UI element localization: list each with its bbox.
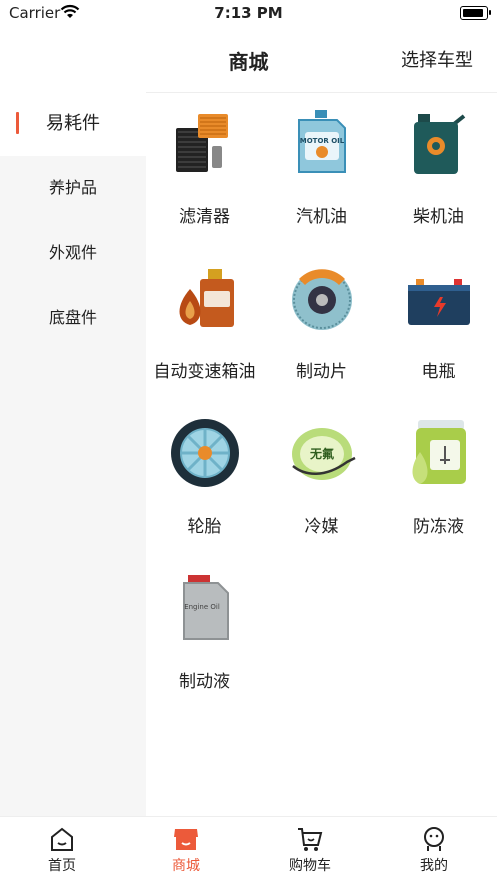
tab-home[interactable]: 首页 — [0, 817, 124, 884]
tab-profile[interactable]: 我的 — [372, 817, 496, 884]
active-marker — [16, 112, 19, 134]
motor-oil-text: MOTOR OIL — [300, 137, 345, 145]
product-label: 制动液 — [179, 672, 230, 692]
brake-pad-icon — [292, 269, 352, 330]
product-motor-oil[interactable]: MOTOR OIL 汽机油 — [263, 92, 380, 242]
store-icon — [174, 829, 198, 850]
antifreeze-icon — [412, 420, 466, 484]
product-battery[interactable]: 电瓶 — [380, 247, 497, 397]
status-bar: Carrier 7:13 PM — [0, 0, 497, 26]
sidebar-item-label: 易耗件 — [46, 113, 100, 134]
sidebar-item-exterior[interactable]: 外观件 — [0, 221, 146, 285]
sidebar-item-consumables[interactable]: 易耗件 — [0, 92, 146, 156]
product-brake-fluid[interactable]: Engine Oil 制动液 — [146, 557, 263, 707]
car-battery-icon — [408, 279, 470, 325]
profile-icon — [424, 827, 444, 851]
sidebar-item-maintenance[interactable]: 养护品 — [0, 156, 146, 220]
sidebar-item-label: 底盘件 — [48, 308, 97, 327]
product-diesel-oil[interactable]: 柴机油 — [380, 92, 497, 242]
nav-bar: 商城 选择车型 — [0, 26, 497, 93]
tab-bar: 首页 商城 购物车 我的 — [0, 816, 497, 884]
motor-oil-icon: MOTOR OIL — [298, 110, 346, 173]
tab-label: 购物车 — [289, 858, 331, 874]
product-tire[interactable]: 轮胎 — [146, 402, 263, 552]
cart-icon — [298, 828, 323, 851]
product-label: 柴机油 — [413, 207, 464, 227]
product-brake-pad[interactable]: 制动片 — [263, 247, 380, 397]
tab-store[interactable]: 商城 — [124, 817, 248, 884]
diesel-oil-icon — [414, 114, 466, 174]
refrigerant-icon: 无氟 — [292, 428, 356, 480]
product-label: 防冻液 — [413, 517, 464, 537]
product-transmission-oil[interactable]: 自动变速箱油 — [146, 247, 263, 397]
air-filter-icon — [176, 114, 228, 172]
product-label: 电瓶 — [421, 362, 456, 382]
transmission-oil-icon — [179, 269, 234, 327]
clock: 7:13 PM — [214, 4, 283, 22]
sidebar-item-label: 养护品 — [48, 178, 97, 197]
tab-label: 首页 — [48, 858, 76, 874]
category-sidebar: 易耗件 养护品 外观件 底盘件 — [0, 92, 146, 816]
tab-cart[interactable]: 购物车 — [248, 817, 372, 884]
product-refrigerant[interactable]: 无氟 冷媒 — [263, 402, 380, 552]
sidebar-item-chassis[interactable]: 底盘件 — [0, 286, 146, 350]
select-vehicle-button[interactable]: 选择车型 — [401, 46, 473, 72]
tab-label: 我的 — [420, 858, 448, 874]
battery-icon — [460, 6, 491, 20]
tab-label: 商城 — [172, 858, 200, 874]
refrigerant-text: 无氟 — [309, 446, 334, 461]
home-icon — [51, 827, 73, 851]
product-antifreeze[interactable]: 防冻液 — [380, 402, 497, 552]
brake-fluid-icon: Engine Oil — [183, 575, 229, 640]
tire-icon — [171, 419, 239, 487]
brake-fluid-text: Engine Oil — [184, 603, 220, 611]
product-filter[interactable]: 滤清器 — [146, 92, 263, 242]
sidebar-item-label: 外观件 — [48, 243, 97, 262]
